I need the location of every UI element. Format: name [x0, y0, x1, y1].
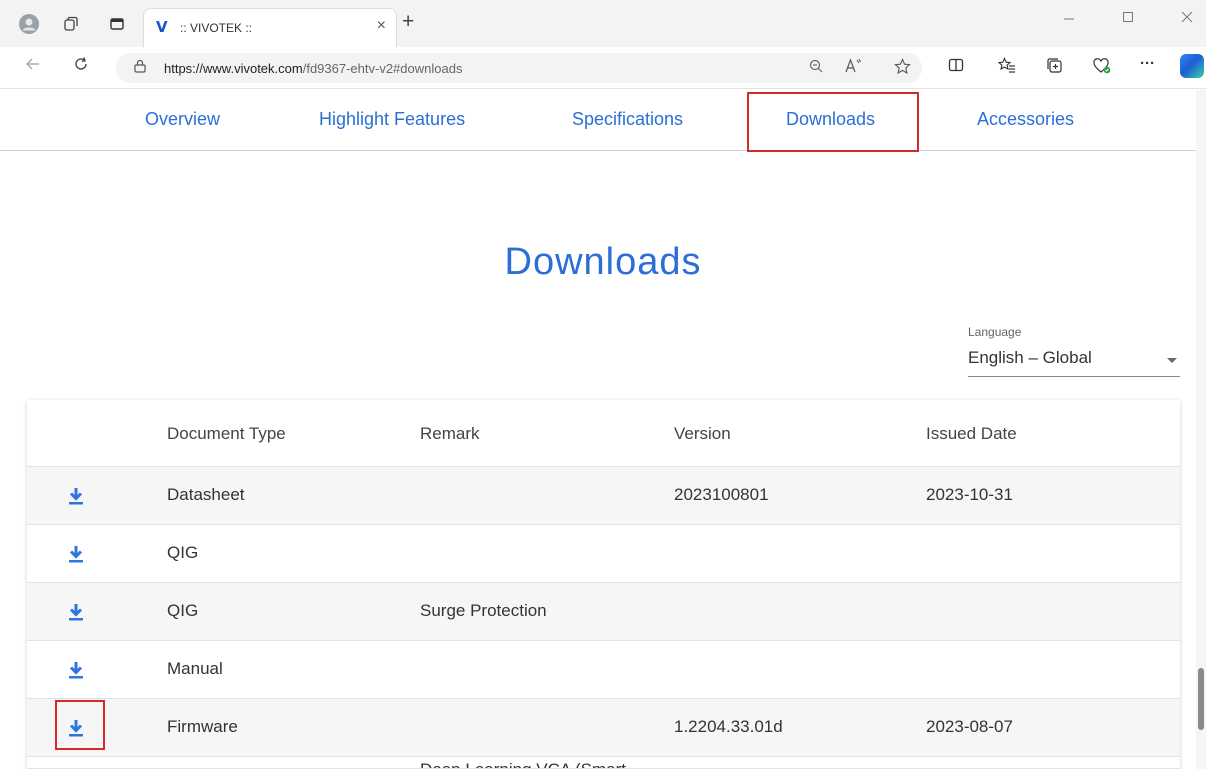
scrollbar-thumb[interactable] [1198, 668, 1204, 730]
product-nav: Overview Highlight Features Specificatio… [0, 90, 1206, 151]
header-issued-date: Issued Date [926, 424, 1017, 443]
language-value: English – Global [968, 348, 1092, 367]
cell-remark: Surge Protection [420, 601, 547, 620]
collections-icon[interactable] [1046, 57, 1063, 78]
download-icon[interactable] [67, 486, 85, 506]
download-icon[interactable] [67, 544, 85, 564]
downloads-table: Document Type Remark Version Issued Date… [27, 400, 1180, 769]
profile-icon[interactable] [18, 13, 40, 35]
table-row: QIG [27, 525, 1180, 583]
url-path: /fd9367-ehtv-v2#downloads [302, 61, 463, 76]
favorites-icon[interactable] [997, 57, 1016, 77]
language-label: Language [968, 325, 1022, 339]
favorite-star-icon[interactable] [894, 58, 911, 79]
nav-highlight-features[interactable]: Highlight Features [319, 109, 465, 130]
url-host: https://www.vivotek.com [164, 61, 303, 76]
tab-title: :: VIVOTEK :: [180, 21, 253, 35]
nav-accessories[interactable]: Accessories [977, 109, 1074, 130]
download-icon[interactable] [67, 602, 85, 622]
read-aloud-icon[interactable] [844, 58, 862, 78]
lock-icon[interactable] [134, 59, 146, 73]
back-icon[interactable] [25, 56, 41, 77]
copilot-icon[interactable] [1180, 54, 1204, 78]
refresh-icon[interactable] [73, 56, 89, 77]
browser-essentials-icon[interactable] [1093, 57, 1111, 78]
cell-document-type: QIG [167, 601, 199, 620]
zoom-icon[interactable] [808, 58, 824, 78]
new-tab-icon[interactable]: + [402, 11, 414, 32]
language-select[interactable]: English – Global [968, 345, 1180, 377]
tab-actions-icon[interactable] [106, 13, 128, 35]
address-bar[interactable]: https://www.vivotek.com/fd9367-ehtv-v2#d… [116, 53, 922, 83]
url-text[interactable]: https://www.vivotek.com/fd9367-ehtv-v2#d… [164, 61, 462, 76]
table-header: Document Type Remark Version Issued Date [27, 400, 1180, 467]
cell-document-type: Firmware [167, 717, 238, 736]
table-row: Deep Learning VCA (Smart [27, 757, 1180, 769]
download-icon[interactable] [67, 660, 85, 680]
header-document-type: Document Type [167, 424, 286, 443]
cell-document-type: Manual [167, 659, 223, 678]
caret-down-icon [1167, 358, 1177, 363]
downloads-tab-highlight [747, 92, 919, 152]
browser-titlebar: V :: VIVOTEK :: × + [0, 0, 1206, 47]
nav-overview[interactable]: Overview [145, 109, 220, 130]
firmware-download-highlight [55, 700, 105, 750]
more-options-icon[interactable]: ··· [1140, 55, 1155, 72]
cell-remark: Deep Learning VCA (Smart [420, 760, 626, 768]
nav-specifications[interactable]: Specifications [572, 109, 683, 130]
table-row: Datasheet 2023100801 2023-10-31 [27, 467, 1180, 525]
cell-document-type: QIG [167, 543, 199, 562]
cell-version: 1.2204.33.01d [674, 717, 783, 736]
cell-issued-date: 2023-10-31 [926, 485, 1013, 504]
maximize-icon[interactable] [1122, 10, 1134, 27]
cell-document-type: Datasheet [167, 485, 245, 504]
header-version: Version [674, 424, 731, 443]
workspaces-icon[interactable] [60, 13, 82, 35]
header-remark: Remark [420, 424, 480, 443]
browser-tab-vivotek[interactable]: V :: VIVOTEK :: × [143, 8, 397, 47]
tab-close-icon[interactable]: × [377, 17, 386, 35]
table-row: Manual [27, 641, 1180, 699]
table-row: Firmware 1.2204.33.01d 2023-08-07 [27, 699, 1180, 757]
minimize-icon[interactable] [1063, 10, 1075, 27]
address-bar-row: https://www.vivotek.com/fd9367-ehtv-v2#d… [0, 47, 1206, 89]
vivotek-favicon-icon: V [156, 18, 168, 36]
page-title: Downloads [504, 241, 702, 283]
split-screen-icon[interactable] [948, 57, 964, 77]
cell-version: 2023100801 [674, 485, 769, 504]
close-window-icon[interactable] [1181, 10, 1193, 27]
cell-issued-date: 2023-08-07 [926, 717, 1013, 736]
table-row: QIG Surge Protection [27, 583, 1180, 641]
